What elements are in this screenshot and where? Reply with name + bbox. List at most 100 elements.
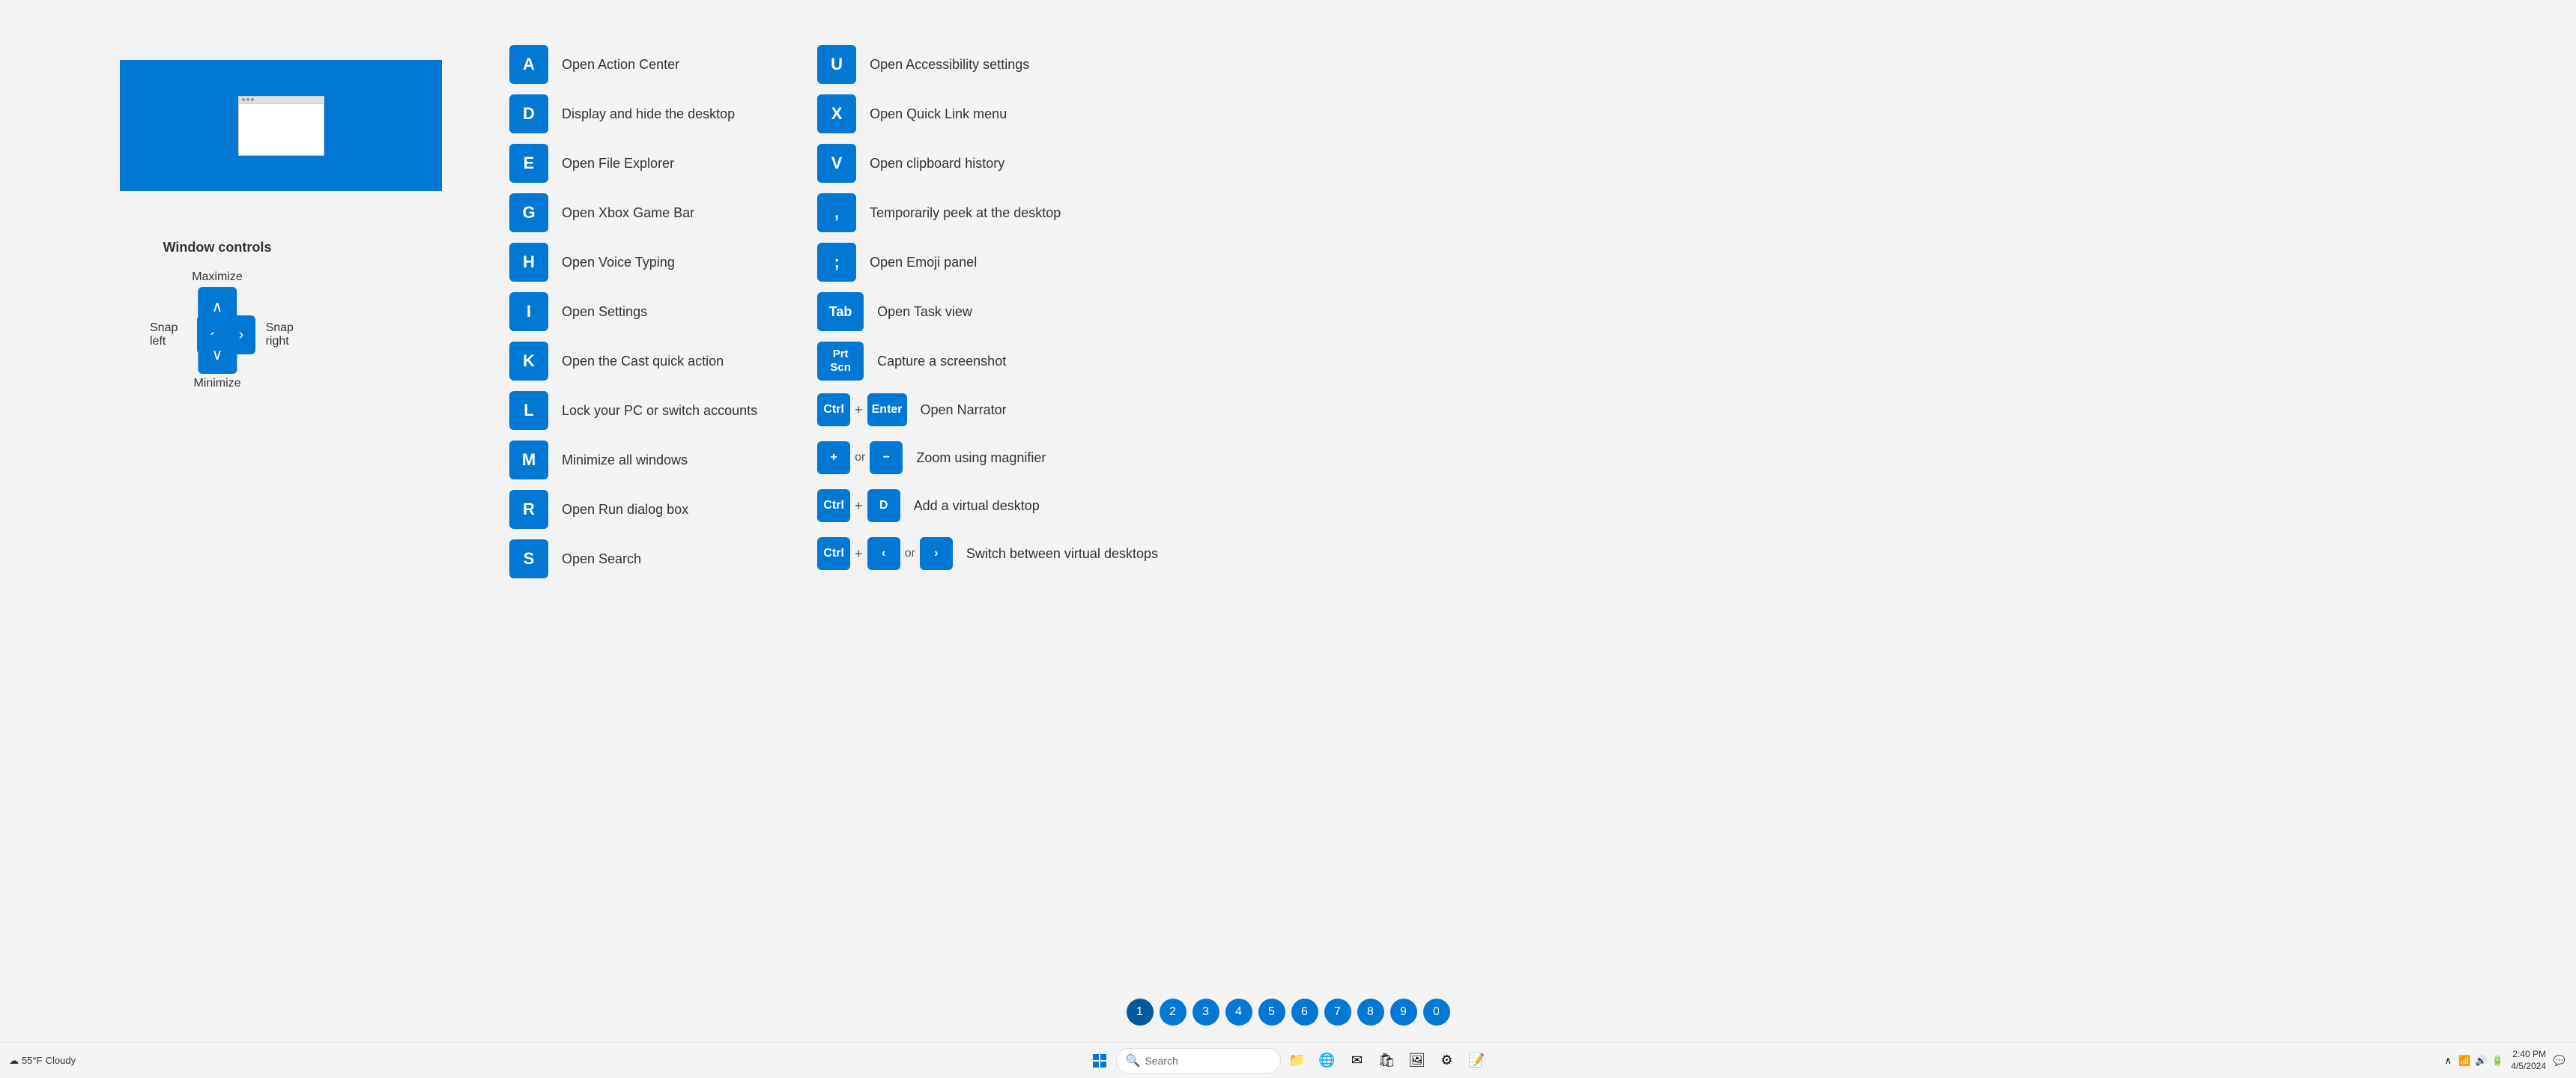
window-titlebar — [239, 97, 324, 104]
weather-widget: ☁ 55°F Cloudy — [9, 1055, 76, 1067]
shortcut-K: K Open the Cast quick action — [509, 342, 757, 381]
key-D-virtual: D — [867, 489, 900, 522]
taskbar-settings[interactable]: ⚙ — [1434, 1047, 1461, 1074]
key-A: A — [509, 45, 548, 84]
shortcut-label-S: Open Search — [562, 551, 641, 567]
taskbar-vscode[interactable]: 📝 — [1464, 1047, 1491, 1074]
shortcut-magnifier: + or − Zoom using magnifier — [817, 439, 1158, 476]
taskbar-edge[interactable]: 🌐 — [1314, 1047, 1341, 1074]
page-2[interactable]: 2 — [1160, 999, 1187, 1026]
minimize-button[interactable]: ∨ — [198, 335, 237, 374]
taskbar-center: 🔍 Search 📁 🌐 ✉ 🛍 🖼 ⚙ 📝 — [1086, 1047, 1491, 1074]
key-D: D — [509, 94, 548, 133]
pagination: 1 2 3 4 5 6 7 8 9 0 — [1127, 999, 1450, 1026]
key-E: E — [509, 144, 548, 183]
window-preview-section — [120, 60, 442, 191]
shortcut-ctrl-arrows: Ctrl + ‹ or › Switch between virtual des… — [817, 535, 1158, 572]
search-label: Search — [1145, 1055, 1178, 1067]
taskbar-mail[interactable]: ✉ — [1344, 1047, 1371, 1074]
shortcut-X: X Open Quick Link menu — [817, 94, 1158, 133]
shortcut-label-prtscn: Capture a screenshot — [877, 354, 1006, 369]
or-text: or — [855, 451, 865, 464]
shortcut-D: D Display and hide the desktop — [509, 94, 757, 133]
window-controls-section: Window controls Maximize ∧ Snap left ‹ ›… — [150, 240, 285, 390]
key-left-arrow: ‹ — [867, 537, 900, 570]
key-ctrl-2: Ctrl — [817, 489, 850, 522]
tray-volume[interactable]: 🔊 — [2473, 1053, 2488, 1068]
date-display: 4/5/2024 — [2511, 1061, 2546, 1073]
shortcut-label-magnifier: Zoom using magnifier — [916, 450, 1046, 466]
shortcut-M: M Minimize all windows — [509, 440, 757, 479]
key-G: G — [509, 193, 548, 232]
plus-icon-2: + — [855, 498, 863, 514]
window-controls-title: Window controls — [163, 240, 272, 255]
page-6[interactable]: 6 — [1291, 999, 1318, 1026]
key-minus: − — [870, 441, 903, 474]
key-enter: Enter — [867, 393, 907, 426]
combo-magnifier: + or − — [817, 441, 903, 474]
shortcut-R: R Open Run dialog box — [509, 490, 757, 529]
shortcut-U: U Open Accessibility settings — [817, 45, 1158, 84]
page-0[interactable]: 0 — [1423, 999, 1450, 1026]
time-display: 2:40 PM — [2512, 1049, 2546, 1061]
shortcut-I: I Open Settings — [509, 292, 757, 331]
key-prtscn: PrtScn — [817, 342, 864, 381]
window-inner — [238, 96, 324, 156]
taskbar: ☁ 55°F Cloudy 🔍 Search 📁 🌐 ✉ 🛍 🖼 ⚙ 📝 — [0, 1042, 2576, 1078]
key-semicolon: ; — [817, 243, 856, 282]
shortcut-A: A Open Action Center — [509, 45, 757, 84]
page-9[interactable]: 9 — [1390, 999, 1417, 1026]
key-I: I — [509, 292, 548, 331]
shortcut-prtscn: PrtScn Capture a screenshot — [817, 342, 1158, 381]
shortcut-comma: , Temporarily peek at the desktop — [817, 193, 1158, 232]
shortcut-label-ctrl-d: Add a virtual desktop — [914, 498, 1040, 514]
shortcut-H: H Open Voice Typing — [509, 243, 757, 282]
tray-battery[interactable]: 🔋 — [2490, 1053, 2505, 1068]
shortcut-label-semicolon: Open Emoji panel — [870, 255, 977, 270]
taskbar-store[interactable]: 🛍 — [1374, 1047, 1401, 1074]
taskbar-right: ∧ 📶 🔊 🔋 2:40 PM 4/5/2024 💬 — [2440, 1049, 2576, 1072]
shortcut-S: S Open Search — [509, 539, 757, 578]
combo-ctrl-enter: Ctrl + Enter — [817, 393, 906, 426]
shortcut-G: G Open Xbox Game Bar — [509, 193, 757, 232]
shortcut-L: L Lock your PC or switch accounts — [509, 391, 757, 430]
shortcut-ctrl-d: Ctrl + D Add a virtual desktop — [817, 487, 1158, 524]
plus-icon-3: + — [855, 546, 863, 562]
notification-button[interactable]: 💬 — [2552, 1053, 2567, 1068]
page-8[interactable]: 8 — [1357, 999, 1384, 1026]
page-7[interactable]: 7 — [1324, 999, 1351, 1026]
search-bar[interactable]: 🔍 Search — [1116, 1048, 1281, 1074]
page-5[interactable]: 5 — [1258, 999, 1285, 1026]
taskbar-time[interactable]: 2:40 PM 4/5/2024 — [2511, 1049, 2546, 1072]
key-ctrl-1: Ctrl — [817, 393, 850, 426]
window-preview — [120, 60, 442, 191]
shortcut-label-D: Display and hide the desktop — [562, 106, 735, 122]
key-tab: Tab — [817, 292, 864, 331]
minimize-group: ∨ Minimize — [193, 335, 240, 390]
start-button[interactable] — [1086, 1047, 1113, 1074]
window-dot — [242, 98, 245, 101]
page-3[interactable]: 3 — [1192, 999, 1219, 1026]
taskbar-photos[interactable]: 🖼 — [1404, 1047, 1431, 1074]
shortcut-label-R: Open Run dialog box — [562, 502, 688, 518]
snap-controls-wrapper: Maximize ∧ Snap left ‹ › Snap right ∨ Mi… — [150, 270, 285, 390]
tray-up-arrow[interactable]: ∧ — [2440, 1053, 2455, 1068]
shortcut-label-ctrl-enter: Open Narrator — [921, 402, 1007, 418]
weather-temp: 55°F — [22, 1055, 43, 1066]
key-S: S — [509, 539, 548, 578]
key-L: L — [509, 391, 548, 430]
shortcut-label-K: Open the Cast quick action — [562, 354, 724, 369]
page-1[interactable]: 1 — [1127, 999, 1154, 1026]
snap-right-label: Snap right — [266, 321, 305, 348]
tray-network[interactable]: 📶 — [2457, 1053, 2472, 1068]
shortcut-label-G: Open Xbox Game Bar — [562, 205, 694, 221]
shortcut-label-M: Minimize all windows — [562, 452, 688, 468]
taskbar-file-explorer[interactable]: 📁 — [1284, 1047, 1311, 1074]
key-H: H — [509, 243, 548, 282]
weather-condition: Cloudy — [46, 1055, 76, 1066]
or-text-2: or — [905, 547, 915, 560]
shortcuts-column-right: U Open Accessibility settings X Open Qui… — [817, 45, 1158, 578]
shortcuts-column-left: A Open Action Center D Display and hide … — [509, 45, 757, 578]
key-U: U — [817, 45, 856, 84]
page-4[interactable]: 4 — [1225, 999, 1252, 1026]
